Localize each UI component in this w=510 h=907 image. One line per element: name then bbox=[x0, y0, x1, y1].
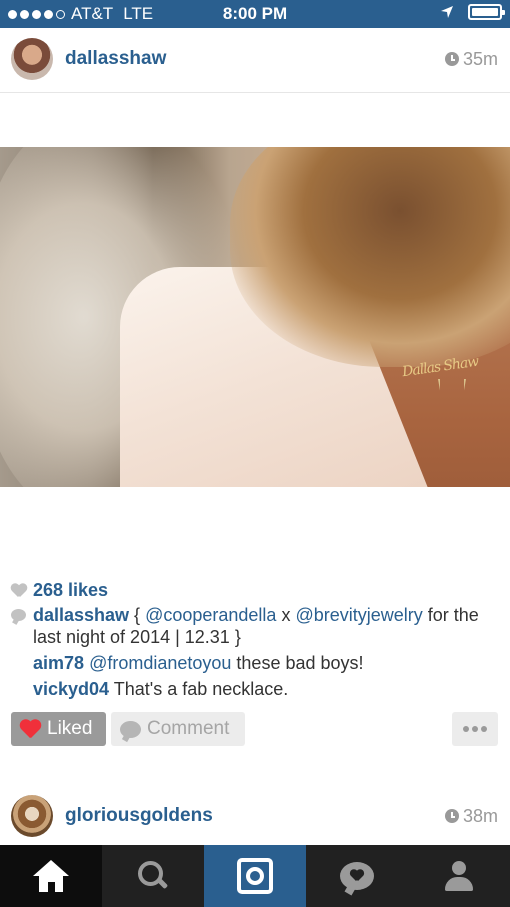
post-header: gloriousgoldens 38m bbox=[0, 785, 510, 847]
tab-home[interactable] bbox=[0, 845, 102, 907]
comment-button-label: Comment bbox=[147, 718, 230, 739]
post-photo[interactable]: Dallas Shaw bbox=[0, 147, 510, 487]
tab-profile[interactable] bbox=[408, 845, 510, 907]
comment: aim78 @fromdianetoyou these bad boys! bbox=[33, 653, 364, 674]
caption-username[interactable]: dallasshaw bbox=[33, 605, 129, 625]
likes-label: 268 likes bbox=[33, 580, 109, 600]
profile-icon bbox=[445, 861, 473, 891]
clock-icon bbox=[444, 809, 459, 823]
tab-bar bbox=[0, 845, 510, 907]
avatar[interactable] bbox=[11, 795, 53, 837]
comment-icon bbox=[11, 609, 26, 621]
comment-bubble-icon bbox=[120, 720, 141, 738]
divider bbox=[0, 92, 510, 93]
tab-camera[interactable] bbox=[204, 845, 306, 907]
post-username[interactable]: gloriousgoldens bbox=[65, 805, 213, 827]
battery-icon bbox=[468, 4, 505, 20]
comment-button[interactable]: Comment bbox=[111, 712, 245, 746]
comment-username[interactable]: aim78 bbox=[33, 653, 84, 673]
post-actions: Liked Comment bbox=[0, 712, 510, 746]
post-time: 38m bbox=[444, 805, 498, 827]
like-button[interactable]: Liked bbox=[11, 712, 106, 746]
signal-strength-icon bbox=[8, 9, 65, 19]
tab-activity[interactable] bbox=[306, 845, 408, 907]
heart-icon bbox=[11, 584, 27, 598]
caption-mention[interactable]: @brevityjewelry bbox=[295, 605, 422, 625]
home-icon bbox=[33, 860, 69, 892]
comment: vickyd04 That's a fab necklace. bbox=[33, 679, 288, 700]
comment-text: That's a fab necklace. bbox=[109, 679, 289, 699]
network-label: LTE bbox=[123, 4, 154, 23]
post-username[interactable]: dallasshaw bbox=[65, 48, 166, 70]
comment-mention[interactable]: @fromdianetoyou bbox=[89, 653, 231, 673]
status-bar: AT&T LTE 8:00 PM bbox=[0, 0, 510, 28]
comment-username[interactable]: vickyd04 bbox=[33, 679, 109, 699]
post-time-label: 38m bbox=[462, 805, 498, 826]
clock-icon bbox=[444, 52, 459, 66]
search-icon bbox=[138, 861, 168, 891]
avatar[interactable] bbox=[11, 38, 53, 80]
post-time-label: 35m bbox=[462, 48, 498, 69]
likes-count[interactable]: 268 likes bbox=[11, 580, 108, 601]
heart-icon bbox=[20, 720, 41, 739]
comment-text: these bad boys! bbox=[231, 653, 364, 673]
caption-text: { bbox=[129, 605, 146, 625]
post-caption: dallasshaw { @cooperandella x @brevityje… bbox=[33, 604, 498, 648]
post-header: dallasshaw 35m bbox=[0, 28, 510, 90]
like-button-label: Liked bbox=[47, 718, 93, 739]
location-arrow-icon bbox=[441, 6, 453, 18]
carrier-label: AT&T bbox=[71, 4, 114, 23]
caption-text: x bbox=[276, 605, 296, 625]
more-options-button[interactable] bbox=[452, 712, 498, 746]
tab-search[interactable] bbox=[102, 845, 204, 907]
caption-mention[interactable]: @cooperandella bbox=[145, 605, 276, 625]
post-time: 35m bbox=[444, 48, 498, 70]
activity-icon bbox=[340, 862, 374, 890]
camera-icon bbox=[237, 858, 273, 894]
